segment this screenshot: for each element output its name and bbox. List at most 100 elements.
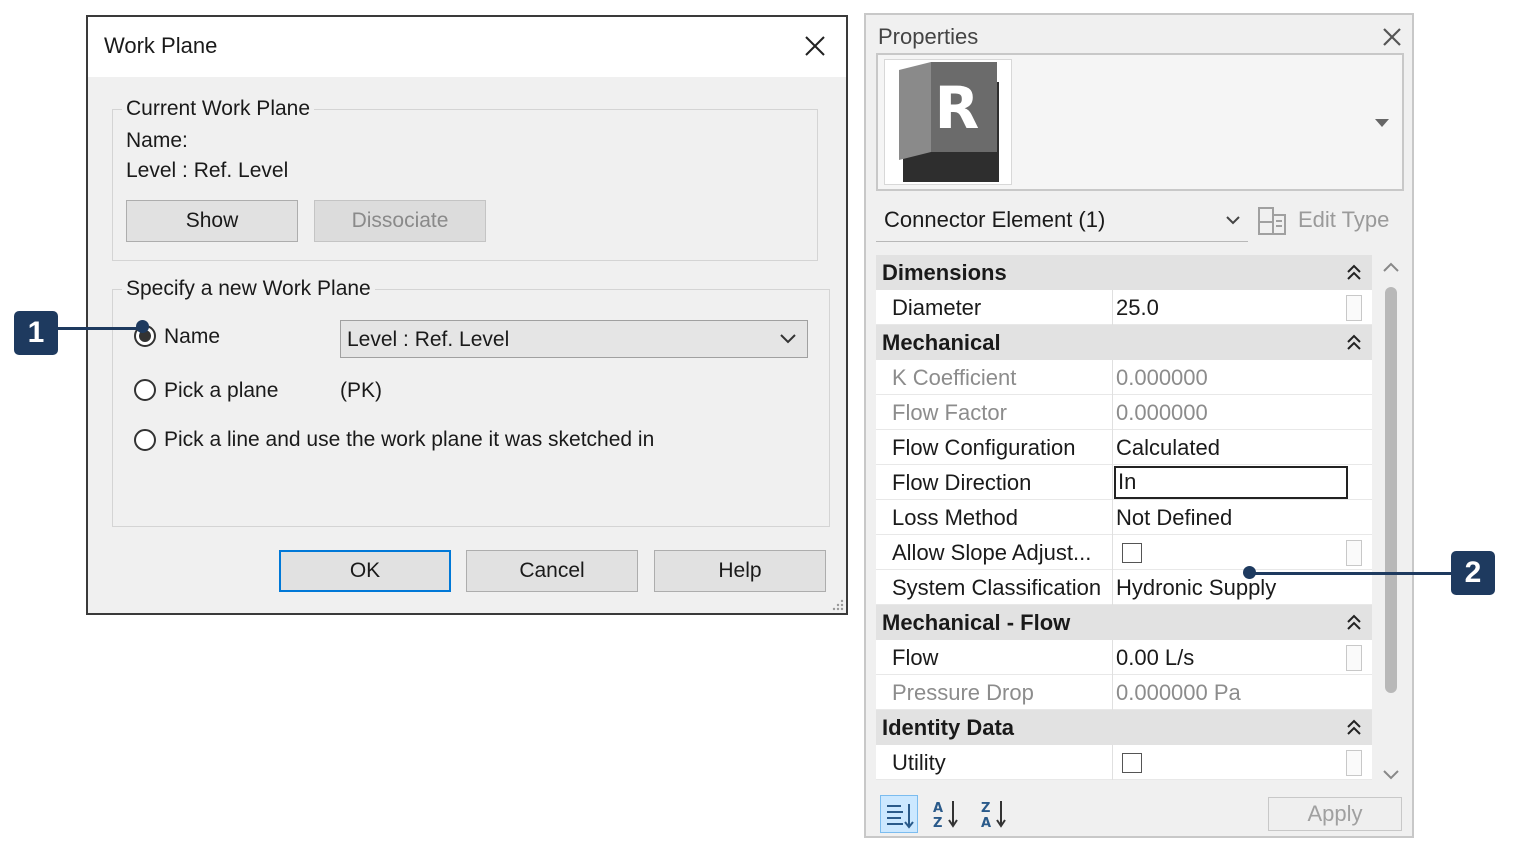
callout-badge-2: 2: [1451, 551, 1495, 595]
dialog-title: Work Plane: [104, 33, 218, 58]
svg-text:R: R: [935, 74, 980, 142]
property-row-system-classification[interactable]: System Classification Hydronic Supply: [876, 570, 1372, 605]
svg-text:Z: Z: [933, 816, 942, 831]
scrollbar-thumb[interactable]: [1385, 287, 1397, 693]
dialog-title-bar: Work Plane: [88, 17, 846, 77]
property-grid: Dimensions Diameter 25.0 Mechanical K Co…: [876, 255, 1372, 793]
edit-type-button[interactable]: Edit Type: [1256, 201, 1402, 241]
associate-parameter-button[interactable]: [1346, 750, 1362, 776]
sort-descending-button[interactable]: Z A: [976, 795, 1014, 833]
close-icon[interactable]: [1380, 25, 1404, 49]
type-selector[interactable]: R: [876, 53, 1404, 191]
property-value[interactable]: 0.00 L/s: [1116, 645, 1194, 671]
current-plane-value: Level : Ref. Level: [126, 159, 289, 182]
section-identity-data[interactable]: Identity Data: [876, 710, 1372, 745]
current-work-plane-legend: Current Work Plane: [122, 97, 315, 121]
sort-ascending-button[interactable]: A Z: [928, 795, 966, 833]
callout-dot-2: [1243, 566, 1256, 579]
associate-parameter-button[interactable]: [1346, 295, 1362, 321]
column-divider: [1112, 360, 1113, 395]
flow-direction-input[interactable]: In: [1114, 466, 1348, 499]
property-row-loss-method[interactable]: Loss Method Not Defined: [876, 500, 1372, 535]
property-value[interactable]: 25.0: [1116, 295, 1159, 321]
work-plane-name-dropdown[interactable]: Level : Ref. Level: [340, 320, 808, 358]
radio-pick-plane[interactable]: [134, 379, 156, 401]
property-value[interactable]: Not Defined: [1116, 505, 1232, 531]
callout-dot-1: [136, 320, 149, 333]
property-value[interactable]: Hydronic Supply: [1116, 575, 1276, 601]
collapse-icon[interactable]: [1346, 334, 1362, 352]
properties-panel: Properties R Connector Element (1) Edit …: [864, 13, 1414, 838]
radio-name-label: Name: [164, 325, 221, 348]
property-row-diameter[interactable]: Diameter 25.0: [876, 290, 1372, 325]
property-row-utility[interactable]: Utility: [876, 745, 1372, 780]
properties-title: Properties: [878, 24, 979, 49]
svg-text:A: A: [981, 816, 991, 831]
property-row-allow-slope-adjust[interactable]: Allow Slope Adjust...: [876, 535, 1372, 570]
property-row-flow[interactable]: Flow 0.00 L/s: [876, 640, 1372, 675]
radio-pick-plane-label: Pick a plane: [164, 379, 279, 402]
associate-parameter-button[interactable]: [1346, 540, 1362, 566]
property-value[interactable]: Calculated: [1116, 435, 1220, 461]
scroll-up-icon[interactable]: [1382, 261, 1400, 273]
scroll-down-icon[interactable]: [1382, 769, 1400, 781]
column-divider: [1112, 570, 1113, 605]
column-divider: [1112, 640, 1113, 675]
radio-pick-line-label: Pick a line and use the work plane it wa…: [164, 428, 655, 451]
name-label: Name:: [126, 129, 188, 152]
type-image: R: [884, 59, 1012, 185]
utility-checkbox[interactable]: [1122, 753, 1142, 773]
dissociate-button[interactable]: Dissociate: [314, 200, 486, 242]
property-label: Loss Method: [892, 505, 1018, 530]
column-divider: [1112, 500, 1113, 535]
column-divider: [1112, 290, 1113, 325]
allow-slope-adjust-checkbox[interactable]: [1122, 543, 1142, 563]
cancel-button[interactable]: Cancel: [466, 550, 638, 592]
property-label: Flow: [892, 645, 939, 670]
vertical-scrollbar[interactable]: [1378, 255, 1404, 793]
element-filter-dropdown[interactable]: Connector Element (1): [876, 201, 1248, 242]
property-label: Utility: [892, 750, 946, 775]
apply-button[interactable]: Apply: [1268, 797, 1402, 831]
property-label: Allow Slope Adjust...: [892, 540, 1092, 565]
property-value: 0.000000: [1116, 365, 1208, 390]
svg-text:Z: Z: [981, 801, 990, 816]
callout-leader-2: [1250, 572, 1452, 575]
section-title: Mechanical: [882, 330, 1001, 355]
associate-parameter-button[interactable]: [1346, 645, 1362, 671]
help-button[interactable]: Help: [654, 550, 826, 592]
column-divider: [1112, 745, 1113, 780]
close-icon[interactable]: [798, 29, 832, 63]
property-label: Flow Factor: [892, 400, 1007, 425]
section-mechanical-flow[interactable]: Mechanical - Flow: [876, 605, 1372, 640]
column-divider: [1112, 675, 1113, 710]
collapse-icon[interactable]: [1346, 719, 1362, 737]
show-button[interactable]: Show: [126, 200, 298, 242]
property-row-k-coefficient[interactable]: K Coefficient 0.000000: [876, 360, 1372, 395]
column-divider: [1112, 465, 1113, 500]
property-label: Diameter: [892, 295, 982, 320]
property-row-flow-direction[interactable]: Flow Direction In: [876, 465, 1372, 500]
section-dimensions[interactable]: Dimensions: [876, 255, 1372, 290]
column-divider: [1112, 535, 1113, 570]
property-label: K Coefficient: [892, 365, 1017, 390]
section-title: Identity Data: [882, 715, 1015, 740]
section-title: Mechanical - Flow: [882, 610, 1071, 635]
ok-button[interactable]: OK: [279, 550, 451, 592]
property-label: Pressure Drop: [892, 680, 1034, 705]
specify-work-plane-legend: Specify a new Work Plane: [122, 277, 375, 301]
sort-za-icon: Z A: [981, 801, 1006, 831]
property-row-flow-configuration[interactable]: Flow Configuration Calculated: [876, 430, 1372, 465]
categorized-view-button[interactable]: [880, 795, 918, 833]
dropdown-value: Level : Ref. Level: [347, 328, 510, 351]
property-row-flow-factor[interactable]: Flow Factor 0.000000: [876, 395, 1372, 430]
resize-grip-icon[interactable]: [830, 597, 844, 611]
section-mechanical[interactable]: Mechanical: [876, 325, 1372, 360]
radio-pick-line[interactable]: [134, 429, 156, 451]
edit-type-label: Edit Type: [1298, 207, 1390, 232]
dropdown-arrow-icon: [1375, 119, 1389, 127]
collapse-icon[interactable]: [1346, 614, 1362, 632]
property-row-pressure-drop[interactable]: Pressure Drop 0.000000 Pa: [876, 675, 1372, 710]
collapse-icon[interactable]: [1346, 264, 1362, 282]
property-label: System Classification: [892, 575, 1102, 600]
